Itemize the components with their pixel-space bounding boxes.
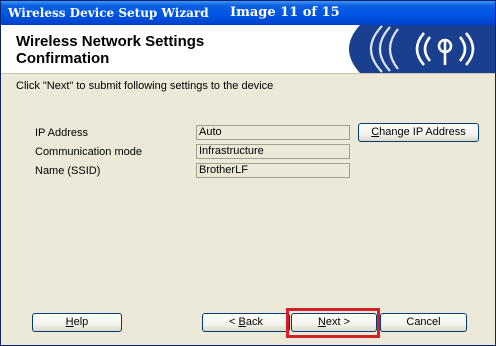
back-label: ack (245, 316, 263, 328)
page-title-line1: Wireless Network Settings (16, 33, 205, 50)
cancel-button[interactable]: Cancel (380, 313, 467, 332)
help-button[interactable]: Help (32, 313, 122, 332)
change-ip-mnemonic: C (371, 126, 380, 138)
window-title: Wireless Device Setup Wizard (8, 6, 209, 20)
wizard-header: Wireless Network Settings Confirmation (1, 25, 495, 74)
back-prefix: < (229, 316, 239, 328)
step-label: Image 11 of 15 (230, 5, 340, 20)
change-ip-label: hange IP Address (379, 126, 466, 138)
wireless-banner (349, 25, 495, 73)
help-label: elp (73, 316, 89, 328)
title-bar[interactable]: Wireless Device Setup Wizard Image 11 of… (1, 1, 495, 25)
help-mnemonic: H (65, 316, 74, 328)
back-button[interactable]: < Back (202, 313, 290, 332)
next-button-highlight (286, 308, 380, 338)
communication-mode-label: Communication mode (35, 146, 142, 158)
wizard-window: Wireless Device Setup Wizard Image 11 of… (0, 0, 496, 346)
instruction-text: Click "Next" to submit following setting… (16, 80, 274, 92)
ssid-label: Name (SSID) (35, 165, 101, 177)
communication-mode-field: Infrastructure (196, 144, 350, 159)
ip-address-field: Auto (196, 125, 350, 140)
page-title-line2: Confirmation (16, 50, 110, 67)
ip-address-label: IP Address (35, 127, 88, 139)
page-title: Wireless Network Settings Confirmation (16, 33, 204, 67)
ssid-field: BrotherLF (196, 163, 350, 178)
back-mnemonic: B (238, 316, 246, 328)
change-ip-address-button[interactable]: Change IP Address (358, 123, 479, 142)
